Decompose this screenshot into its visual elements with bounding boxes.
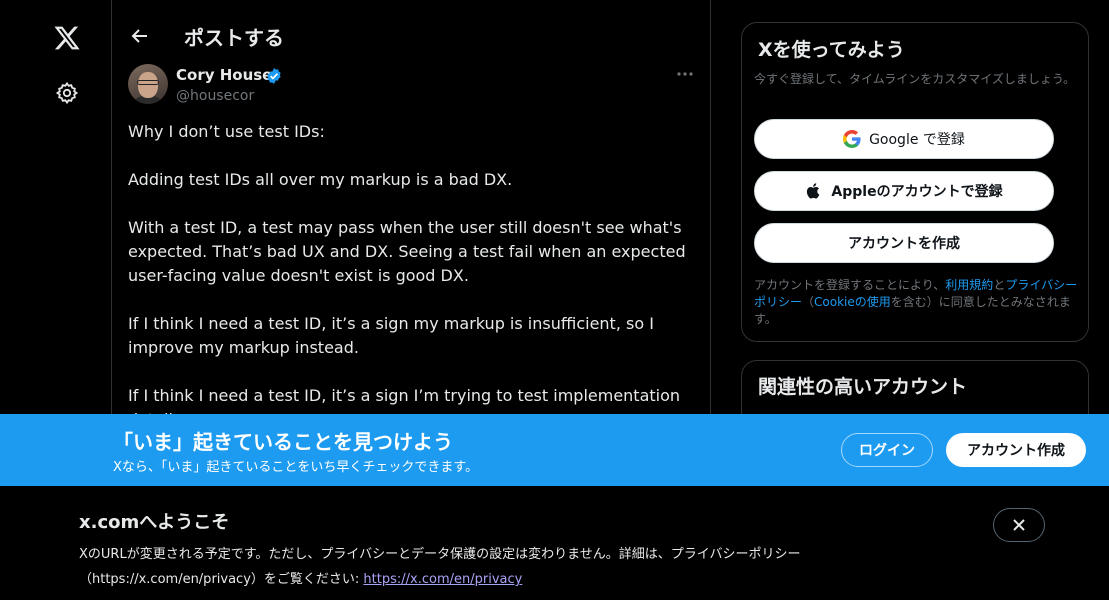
legal-and: と [993, 278, 1006, 292]
close-notice-button[interactable] [993, 508, 1045, 542]
terms-link[interactable]: 利用規約 [945, 278, 993, 292]
post-paragraph: With a test ID, a test may pass when the… [128, 218, 691, 285]
google-icon [843, 130, 861, 148]
author-handle[interactable]: @housecor [176, 88, 254, 104]
post-paragraph: Why I don’t use test IDs: [128, 122, 325, 141]
legal-open: （ [802, 295, 815, 309]
more-options-icon[interactable] [676, 68, 694, 80]
privacy-url-link[interactable]: https://x.com/en/privacy [363, 572, 522, 587]
signup-title: Xを使ってみよう [758, 39, 905, 61]
apple-signup-label: Appleのアカウントで登録 [831, 184, 1003, 200]
post-header: ポストする [112, 0, 710, 72]
google-signup-button[interactable]: Google で登録 [754, 119, 1054, 159]
notice-title: x.comへようこそ [79, 512, 230, 533]
apple-icon [805, 182, 823, 200]
cookie-link[interactable]: Cookieの使用 [814, 295, 891, 309]
post-body: Why I don’t use test IDs: Adding test ID… [128, 120, 698, 456]
apple-signup-button[interactable]: Appleのアカウントで登録 [754, 171, 1054, 211]
notice-body: XのURLが変更される予定です。ただし、プライバシーとデータ保護の設定は変わりま… [79, 542, 949, 592]
related-accounts-title: 関連性の高いアカウント [758, 376, 968, 398]
login-button[interactable]: ログイン [841, 433, 933, 467]
back-arrow-icon[interactable] [130, 26, 150, 46]
login-banner: 「いま」起きていることを見つけよう Xなら、「いま」起きていることをいち早くチェ… [0, 414, 1109, 486]
domain-change-notice: x.comへようこそ XのURLが変更される予定です。ただし、プライバシーとデー… [0, 486, 1109, 600]
signup-panel: Xを使ってみよう 今すぐ登録して、タイムラインをカスタマイズしましょう。 Goo… [741, 22, 1089, 342]
x-logo-icon[interactable] [53, 24, 81, 52]
create-account-button[interactable]: アカウントを作成 [754, 223, 1054, 263]
legal-prefix: アカウントを登録することにより、 [754, 278, 946, 292]
post-paragraph: If I think I need a test ID, it’s a sign… [128, 314, 660, 357]
create-account-label: アカウントを作成 [848, 236, 960, 252]
author-name[interactable]: Cory House [176, 66, 272, 84]
close-icon [1012, 518, 1026, 532]
gear-icon[interactable] [55, 81, 79, 105]
avatar[interactable] [128, 64, 168, 104]
verified-badge-icon [265, 67, 283, 85]
signup-button[interactable]: アカウント作成 [946, 433, 1086, 467]
page-title: ポストする [184, 26, 284, 50]
signup-subtitle: 今すぐ登録して、タイムラインをカスタマイズしましょう。 [754, 72, 1076, 86]
banner-title: 「いま」起きていることを見つけよう [113, 430, 453, 454]
banner-subtitle: Xなら、「いま」起きていることをいち早くチェックできます。 [113, 460, 479, 475]
post-paragraph: Adding test IDs all over my markup is a … [128, 170, 513, 189]
legal-text: アカウントを登録することにより、利用規約とプライバシーポリシー（Cookieの使… [754, 277, 1080, 328]
google-signup-label: Google で登録 [869, 132, 965, 148]
